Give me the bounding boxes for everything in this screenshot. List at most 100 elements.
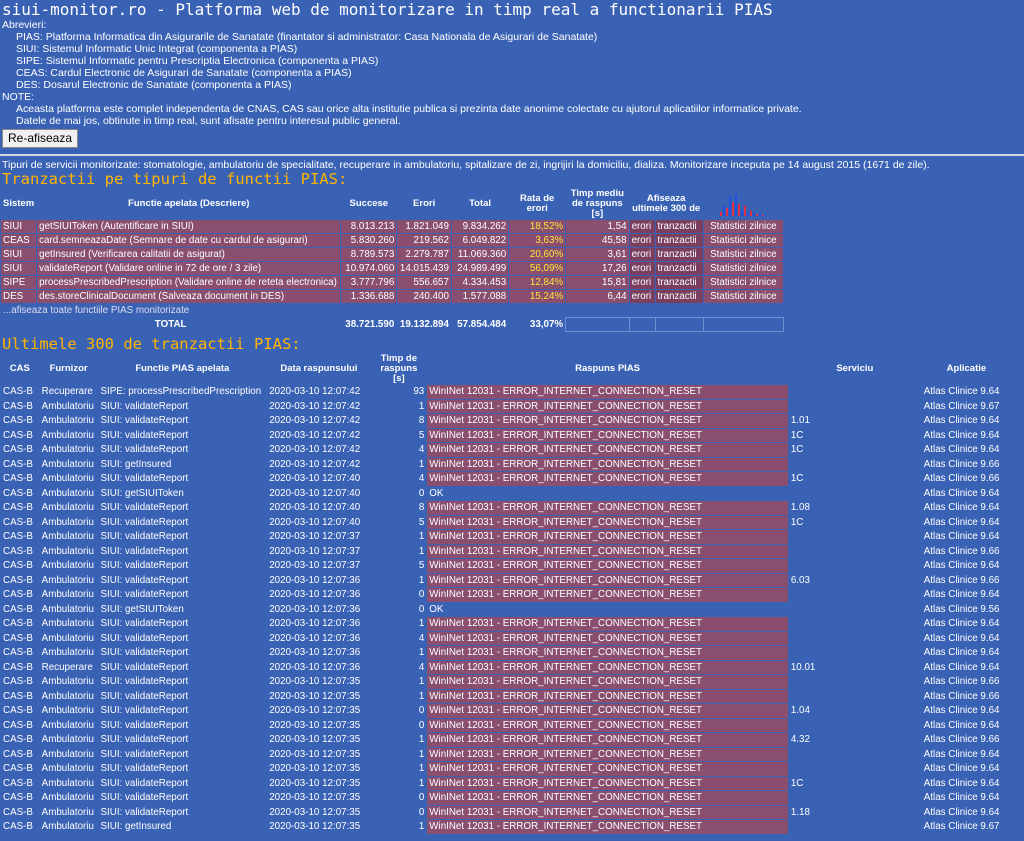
cell: WinINet 12031 - ERROR_INTERNET_CONNECTIO… xyxy=(427,631,788,645)
cell: CAS-B xyxy=(1,573,39,587)
cell: 2020-03-10 12:07:37 xyxy=(267,559,371,573)
daily-stats-link[interactable]: Statistici zilnice xyxy=(703,248,783,261)
daily-stats-link[interactable]: Statistici zilnice xyxy=(703,276,783,289)
transaction-row: CAS-B Ambulatoriu SIUI: validateReport 2020… xyxy=(1,733,1011,747)
abbr-item: PIAS: Platforma Informatica din Asigurar… xyxy=(16,31,598,43)
cell: CAS-B xyxy=(1,675,39,689)
sparkline-header xyxy=(703,189,783,219)
cell: Atlas Clinice 9.64 xyxy=(921,428,1011,442)
cell: WinINet 12031 - ERROR_INTERNET_CONNECTIO… xyxy=(427,544,788,558)
daily-stats-link[interactable]: Statistici zilnice xyxy=(703,220,783,233)
tranzactii-link[interactable]: tranzactii xyxy=(655,234,703,247)
cell: 2020-03-10 12:07:35 xyxy=(267,718,371,732)
transaction-row: CAS-B Recuperare SIPE: processPrescribedPr… xyxy=(1,385,1011,399)
erori-link[interactable]: erori xyxy=(629,220,655,233)
tranzactii-link[interactable]: tranzactii xyxy=(655,262,703,275)
cell: CAS-B xyxy=(1,486,39,500)
cell-ok: 3.777.796 xyxy=(341,276,397,289)
col-header: Afiseaza ultimele 300 de xyxy=(629,189,703,219)
erori-link[interactable]: erori xyxy=(629,290,655,303)
cell-ok: 8.789.573 xyxy=(341,248,397,261)
cell xyxy=(788,399,921,413)
cell-err: 240.400 xyxy=(397,290,451,303)
erori-link[interactable]: erori xyxy=(629,276,655,289)
daily-stats-link[interactable]: Statistici zilnice xyxy=(703,262,783,275)
cell: CAS-B xyxy=(1,631,39,645)
cell-sys: CEAS xyxy=(1,234,37,247)
cell: SIUI: validateReport xyxy=(98,414,267,428)
cell: 4 xyxy=(371,472,427,486)
cell: CAS-B xyxy=(1,443,39,457)
cell: 0 xyxy=(371,805,427,819)
cell: WinINet 12031 - ERROR_INTERNET_CONNECTIO… xyxy=(427,428,788,442)
daily-stats-link[interactable]: Statistici zilnice xyxy=(703,290,783,303)
cell: Ambulatoriu xyxy=(39,747,98,761)
cell: SIUI: validateReport xyxy=(98,544,267,558)
function-row: CEAS card.semneazaDate (Semnare de date c… xyxy=(1,234,783,247)
cell xyxy=(788,486,921,500)
cell: 1 xyxy=(371,530,427,544)
cell: Atlas Clinice 9.64 xyxy=(921,617,1011,631)
erori-link[interactable]: erori xyxy=(629,234,655,247)
cell: 0 xyxy=(371,704,427,718)
refresh-button[interactable]: Re-afiseaza xyxy=(2,129,79,148)
cell: 93 xyxy=(371,385,427,399)
erori-link[interactable]: erori xyxy=(629,262,655,275)
abbr-item: SIPE: Sistemul Informatic pentru Prescri… xyxy=(16,55,379,67)
transaction-row: CAS-B Ambulatoriu SIUI: validateReport 2020… xyxy=(1,501,1011,515)
cell-fn: getSIUIToken (Autentificare in SIUI) xyxy=(37,220,341,233)
col-header: Total xyxy=(451,189,509,219)
cell-fn: des.storeClinicalDocument (Salveaza docu… xyxy=(37,290,341,303)
cell: 2020-03-10 12:07:35 xyxy=(267,747,371,761)
cell: WinINet 12031 - ERROR_INTERNET_CONNECTIO… xyxy=(427,747,788,761)
cell: Ambulatoriu xyxy=(39,486,98,500)
abbr-item: SIUI: Sistemul Informatic Unic Integrat … xyxy=(16,43,298,55)
cell-err: 219.562 xyxy=(397,234,451,247)
functions-title: Tranzactii pe tipuri de functii PIAS: xyxy=(2,170,348,188)
cell: Recuperare xyxy=(39,385,98,399)
transaction-row: CAS-B Ambulatoriu SIUI: validateReport 2020… xyxy=(1,573,1011,587)
transaction-row: CAS-B Ambulatoriu SIUI: validateReport 2020… xyxy=(1,704,1011,718)
cell: Atlas Clinice 9.64 xyxy=(921,704,1011,718)
cell: SIUI: getInsured xyxy=(98,457,267,471)
tranzactii-link[interactable]: tranzactii xyxy=(655,276,703,289)
cell: SIUI: validateReport xyxy=(98,588,267,602)
cell: 1C xyxy=(788,443,921,457)
transaction-row: CAS-B Ambulatoriu SIUI: validateReport 2020… xyxy=(1,747,1011,761)
tranzactii-link[interactable]: tranzactii xyxy=(655,290,703,303)
transaction-row: CAS-B Ambulatoriu SIUI: validateReport 2020… xyxy=(1,414,1011,428)
daily-stats-link[interactable]: Statistici zilnice xyxy=(703,234,783,247)
cell: 2020-03-10 12:07:35 xyxy=(267,689,371,703)
transaction-row: CAS-B Ambulatoriu SIUI: validateReport 2020… xyxy=(1,762,1011,776)
transaction-row: CAS-B Ambulatoriu SIUI: validateReport 2020… xyxy=(1,515,1011,529)
cell: 1 xyxy=(371,747,427,761)
transaction-row: CAS-B Ambulatoriu SIUI: getInsured 2020-03-… xyxy=(1,457,1011,471)
cell: Atlas Clinice 9.64 xyxy=(921,791,1011,805)
cell: 0 xyxy=(371,718,427,732)
col-header: Furnizor xyxy=(39,354,98,384)
cell: SIUI: validateReport xyxy=(98,733,267,747)
cell: Ambulatoriu xyxy=(39,428,98,442)
cell: SIUI: validateReport xyxy=(98,718,267,732)
tranzactii-link[interactable]: tranzactii xyxy=(655,248,703,261)
page-title: siui-monitor.ro - Platforma web de monit… xyxy=(2,0,773,19)
cell: CAS-B xyxy=(1,776,39,790)
cell-rate: 12,84% xyxy=(509,276,566,289)
cell: CAS-B xyxy=(1,805,39,819)
cell: Ambulatoriu xyxy=(39,602,98,616)
cell: 1 xyxy=(371,820,427,834)
total-empty xyxy=(702,317,785,332)
cell: 1 xyxy=(371,776,427,790)
erori-link[interactable]: erori xyxy=(629,248,655,261)
tranzactii-link[interactable]: tranzactii xyxy=(655,220,703,233)
cell: Ambulatoriu xyxy=(39,675,98,689)
function-row: DES des.storeClinicalDocument (Salveaza d… xyxy=(1,290,783,303)
show-all-functions-link[interactable]: ...afiseaza toate functiile PIAS monitor… xyxy=(1,304,783,317)
function-row: SIUI getInsured (Verificarea calitatii de… xyxy=(1,248,783,261)
cell: 2020-03-10 12:07:35 xyxy=(267,675,371,689)
cell: 2020-03-10 12:07:35 xyxy=(267,791,371,805)
cell: SIUI: validateReport xyxy=(98,747,267,761)
cell: Atlas Clinice 9.64 xyxy=(921,631,1011,645)
cell: Ambulatoriu xyxy=(39,805,98,819)
cell: CAS-B xyxy=(1,602,39,616)
